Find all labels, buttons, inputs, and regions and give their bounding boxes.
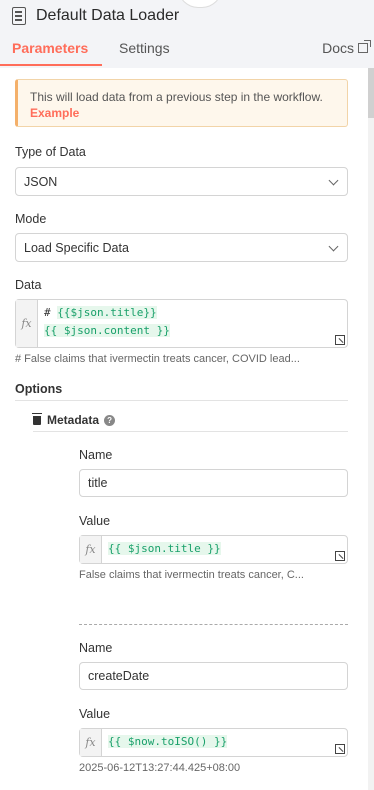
help-icon[interactable]: ? [104,414,116,426]
data-expression-editor[interactable]: fx # {{$json.title}} {{ $json.content }} [15,299,348,348]
value-code[interactable]: {{ $now.toISO() }} [102,729,233,756]
type-of-data-label: Type of Data [15,145,86,159]
chevron-down-icon [328,241,339,252]
expression-token: {{ $json.content }} [44,324,170,337]
notice-text: This will load data from a previous step… [30,90,323,104]
value-label: Value [79,707,111,721]
metadata-value-editor[interactable]: fx {{ $json.title }} [79,535,348,564]
metadata-name-input[interactable]: createDate [79,662,348,690]
tab-bar: Parameters Settings Docs [0,40,374,68]
value-preview: False claims that ivermectin treats canc… [79,569,304,581]
expand-editor-icon[interactable] [335,744,345,754]
data-preview: # False claims that ivermectin treats ca… [15,353,300,365]
name-label: Name [79,448,113,462]
name-label: Name [79,641,113,655]
docs-label: Docs [322,40,354,56]
trash-icon[interactable] [32,412,42,425]
tab-settings[interactable]: Settings [119,40,170,56]
scrollbar-track[interactable] [368,68,374,790]
node-title[interactable]: Default Data Loader [36,7,179,25]
node-header: Default Data Loader Parameters Settings … [0,0,374,68]
fx-icon: fx [80,536,102,563]
expression-token: {{$json.title}} [57,306,157,319]
entry-separator [79,624,348,625]
divider [33,431,348,432]
chevron-down-icon [328,175,339,186]
type-of-data-value: JSON [24,174,58,189]
fx-icon: fx [16,300,38,347]
data-code[interactable]: # {{$json.title}} {{ $json.content }} [38,300,176,347]
metadata-label: Metadata [47,413,100,427]
metadata-name-value: title [88,476,108,490]
mode-select[interactable]: Load Specific Data [15,233,348,262]
active-tab-indicator [0,64,102,66]
value-preview: 2025-06-12T13:27:44.425+08:00 [79,762,241,774]
value-label: Value [79,514,111,528]
document-icon [12,7,26,25]
code-prefix: # [44,306,58,319]
fx-icon: fx [80,729,102,756]
tab-parameters[interactable]: Parameters [12,40,88,56]
mode-value: Load Specific Data [24,240,129,255]
metadata-header: Metadata ? [32,412,116,427]
example-link[interactable]: Example [30,106,79,120]
metadata-name-input[interactable]: title [79,469,348,497]
expand-editor-icon[interactable] [335,551,345,561]
info-notice: This will load data from a previous step… [15,79,348,127]
options-label: Options [15,382,63,396]
mode-label: Mode [15,212,47,226]
docs-link[interactable]: Docs [322,40,371,56]
type-of-data-select[interactable]: JSON [15,167,348,196]
metadata-name-value: createDate [88,669,150,683]
expression-token: {{ $now.toISO() }} [108,735,228,748]
expression-token: {{ $json.title }} [108,542,221,555]
divider [15,400,348,401]
data-label: Data [15,278,42,292]
title-row: Default Data Loader [12,7,179,25]
expand-editor-icon[interactable] [335,335,345,345]
metadata-value-editor[interactable]: fx {{ $now.toISO() }} [79,728,348,757]
value-code[interactable]: {{ $json.title }} [102,536,227,563]
node-connector-deco [178,0,222,8]
scrollbar-thumb[interactable] [368,68,374,118]
external-link-icon [358,40,371,53]
